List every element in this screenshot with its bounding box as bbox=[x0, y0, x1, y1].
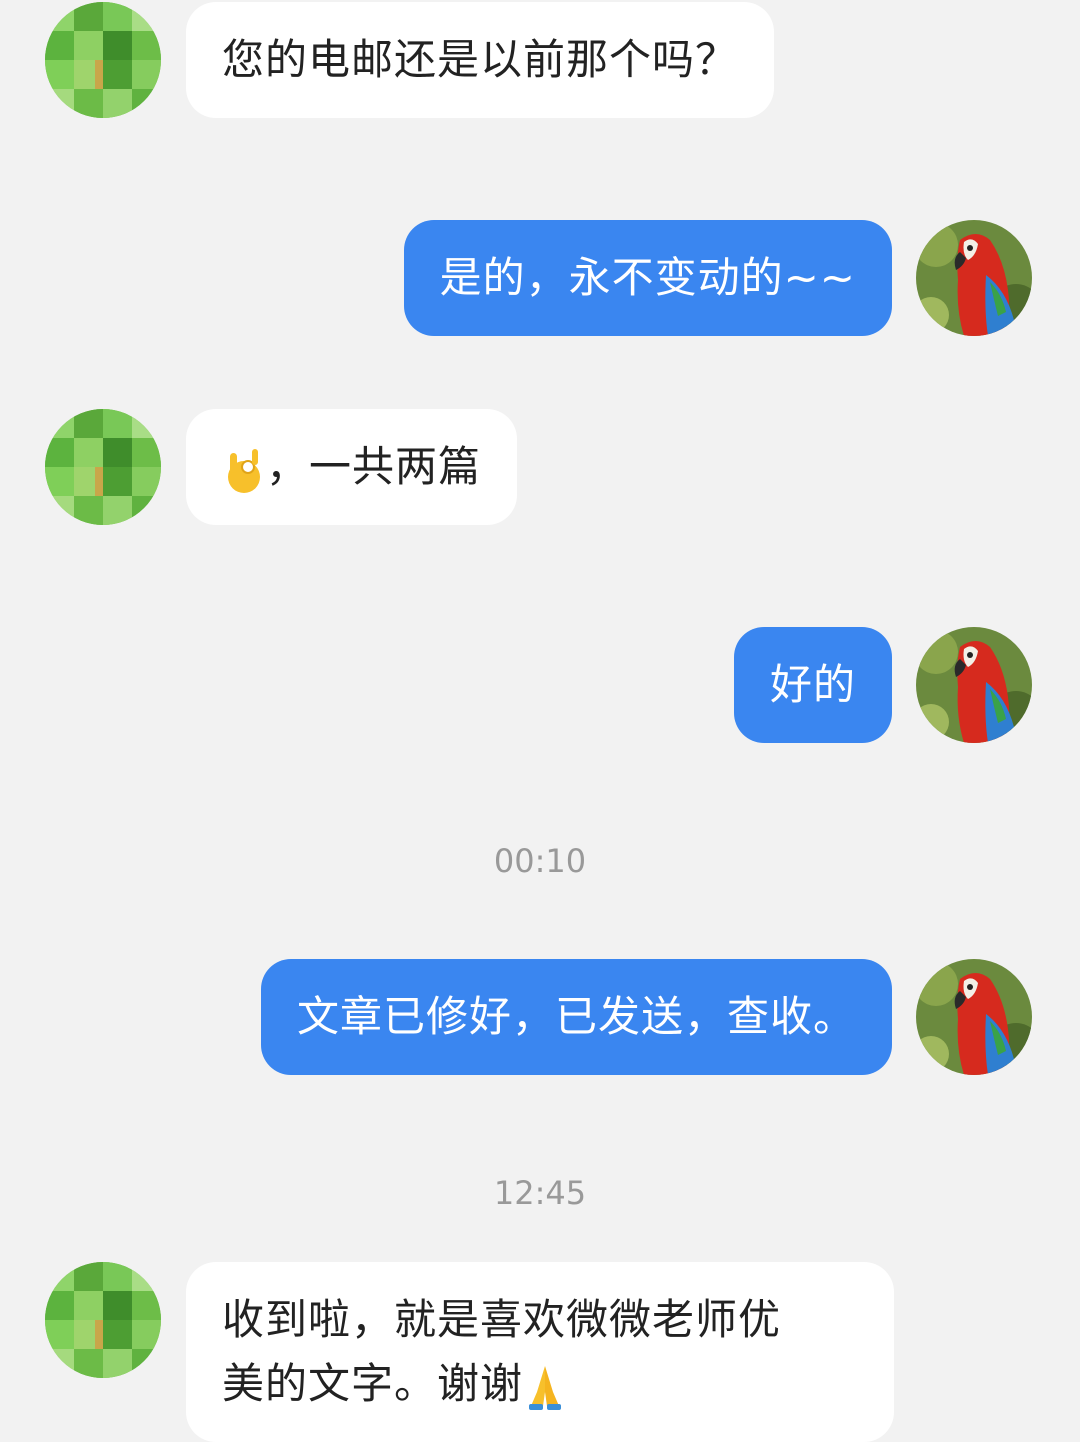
message-text: 您的电邮还是以前那个吗？ bbox=[222, 35, 739, 84]
message-text: 文章已修好，已发送，查收。 bbox=[296, 992, 856, 1041]
contact-avatar[interactable] bbox=[45, 1262, 161, 1378]
ok-hand-icon bbox=[222, 445, 266, 495]
message-text-line: 美的文字。谢谢 bbox=[222, 1352, 858, 1416]
incoming-message-bubble[interactable]: ，一共两篇 bbox=[186, 409, 518, 525]
chat-message-list[interactable]: 您的电邮还是以前那个吗？ 是的，永不变动的~~ ，一共两篇 好的 00:10 文… bbox=[0, 0, 1080, 1442]
self-avatar[interactable] bbox=[916, 627, 1032, 743]
self-avatar[interactable] bbox=[916, 959, 1032, 1075]
message-text: 是的，永不变动的~~ bbox=[439, 253, 856, 302]
message-text: ，一共两篇 bbox=[266, 442, 482, 491]
message-text: 美的文字。谢谢 bbox=[222, 1359, 524, 1408]
incoming-message-bubble[interactable]: 您的电邮还是以前那个吗？ bbox=[186, 2, 775, 118]
self-avatar[interactable] bbox=[916, 220, 1032, 336]
message-text-line: 收到啦，就是喜欢微微老师优 bbox=[222, 1295, 782, 1344]
message-text: 好的 bbox=[769, 660, 856, 709]
outgoing-message-bubble[interactable]: 好的 bbox=[733, 627, 892, 743]
outgoing-message-bubble[interactable]: 是的，永不变动的~~ bbox=[403, 220, 892, 336]
timestamp: 12:45 bbox=[493, 1174, 587, 1212]
timestamp: 00:10 bbox=[493, 842, 587, 880]
outgoing-message-bubble[interactable]: 文章已修好，已发送，查收。 bbox=[260, 959, 892, 1075]
contact-avatar[interactable] bbox=[45, 409, 161, 525]
incoming-message-bubble[interactable]: 收到啦，就是喜欢微微老师优 美的文字。谢谢 bbox=[186, 1262, 894, 1442]
contact-avatar[interactable] bbox=[45, 2, 161, 118]
folded-hands-icon bbox=[523, 1362, 567, 1412]
